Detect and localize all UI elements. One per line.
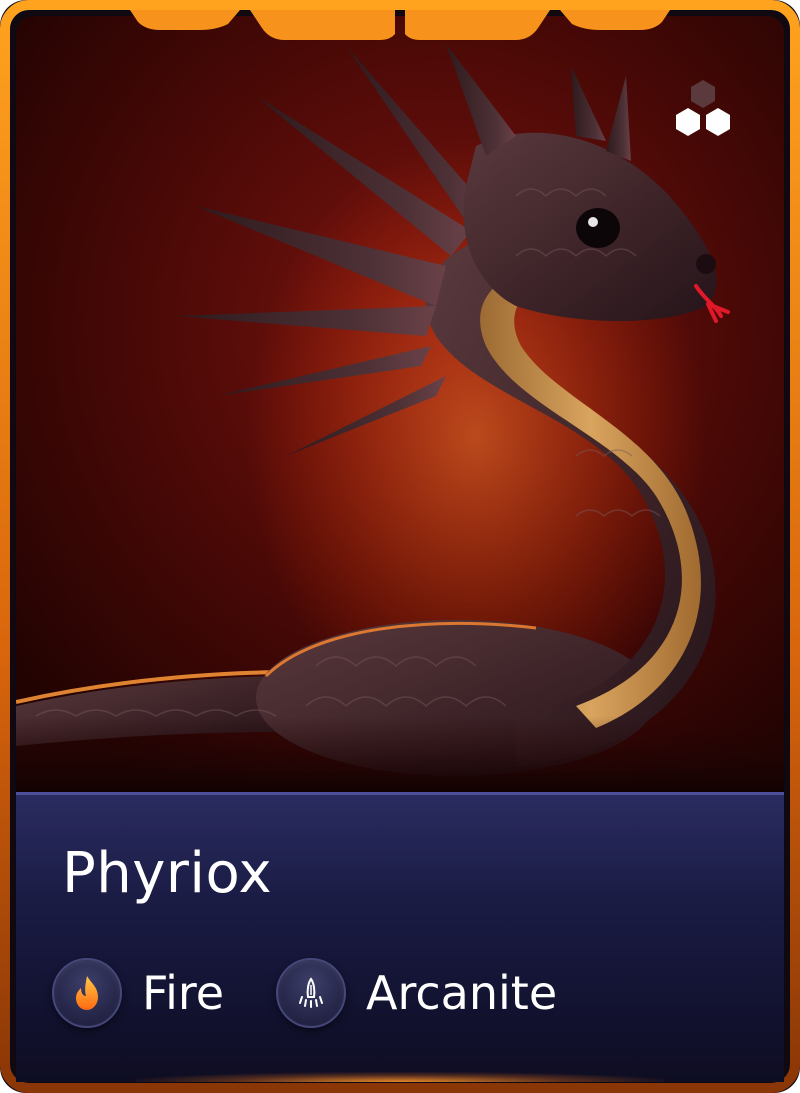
attribute-label-arcanite: Arcanite	[366, 966, 558, 1020]
fire-icon	[52, 958, 122, 1028]
creature-card[interactable]: Phyriox Fire Arcanite	[0, 0, 800, 1093]
card-info-panel: Phyriox Fire Arcanite	[16, 792, 784, 1082]
attribute-fire[interactable]: Fire	[52, 957, 224, 1029]
hexagon-cluster-icon	[668, 78, 738, 142]
attribute-arcanite[interactable]: Arcanite	[276, 957, 557, 1029]
bottom-glow	[136, 1072, 664, 1082]
arcanite-icon	[276, 958, 346, 1028]
creature-name: Phyriox	[62, 841, 273, 906]
attribute-label-fire: Fire	[142, 966, 225, 1020]
